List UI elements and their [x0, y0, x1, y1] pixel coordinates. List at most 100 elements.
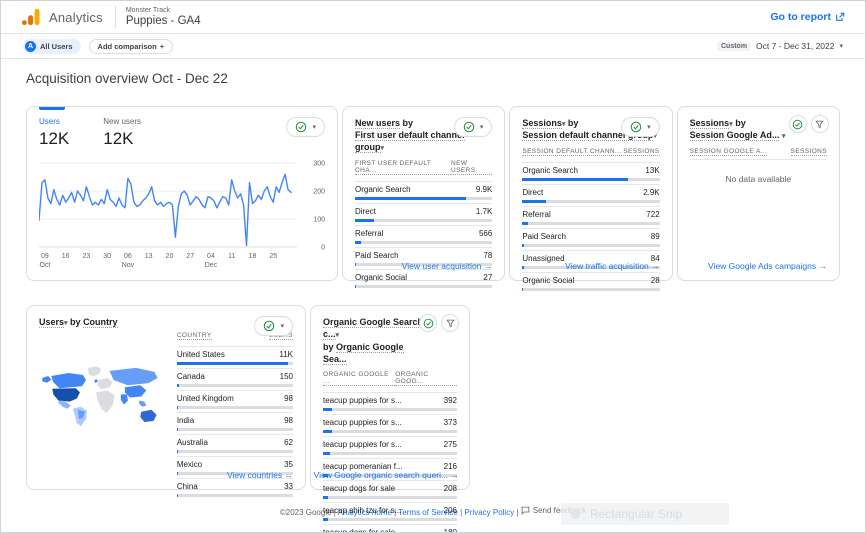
users-metric-value: 12K [39, 129, 69, 149]
svg-text:Dec: Dec [205, 262, 218, 269]
data-quality-button[interactable] [789, 115, 807, 133]
snip-label: Rectangular Snip [590, 507, 682, 521]
table-row: teacup puppies for s...373 [323, 414, 457, 433]
new-users-metric-label: New users [103, 117, 141, 126]
table-row: Canada150 [177, 368, 293, 387]
view-google-ads-campaigns-link[interactable]: View Google Ads campaigns → [708, 261, 827, 271]
view-search-queries-link[interactable]: View Google organic search queri... → [314, 470, 459, 480]
row-value: 98 [284, 416, 293, 425]
analytics-window: Analytics Monster Track Puppies - GA4 Go… [0, 0, 866, 533]
users-metric-label: Users [39, 117, 69, 126]
google-ads-card: Sessions▾ by Session Google Ad... ▾ [677, 106, 840, 281]
dimension-dropdown[interactable]: Organic Google Sea... [323, 342, 404, 365]
table-row: United Kingdom98 [177, 390, 293, 409]
row-value: 373 [444, 418, 457, 427]
data-quality-dropdown-button[interactable]: ▾ [286, 117, 325, 137]
title-text: by [400, 118, 413, 128]
table-row: Referral722 [522, 206, 659, 225]
view-countries-link[interactable]: View countries → [227, 470, 293, 480]
check-circle-icon [295, 121, 307, 133]
filter-button[interactable] [811, 115, 829, 133]
row-bar [355, 285, 492, 288]
table-row: Direct2.9K [522, 184, 659, 203]
active-metric-tab-indicator [39, 107, 65, 110]
data-quality-dropdown-button[interactable]: ▾ [621, 117, 660, 137]
data-quality-button[interactable] [419, 314, 437, 332]
metric-tab-users[interactable]: Users 12K [39, 117, 69, 149]
metric-column-header[interactable]: ORGANIC GOOG... [395, 371, 457, 386]
metric-column-header[interactable]: SESSIONS [623, 148, 659, 156]
metric-dropdown[interactable]: Sessions [690, 118, 730, 129]
view-user-acquisition-link[interactable]: View user acquisition → [402, 261, 493, 271]
row-value: 1.7K [476, 207, 492, 216]
svg-text:Nov: Nov [122, 262, 135, 269]
app-name: Analytics [49, 10, 103, 25]
data-quality-dropdown-button[interactable]: ▾ [454, 117, 493, 137]
add-comparison-button[interactable]: Add comparison + [89, 39, 174, 54]
row-value: 27 [483, 273, 492, 282]
table-row: teacup shih tzu for s...206 [323, 502, 457, 521]
row-bar [177, 450, 293, 453]
property-selector[interactable]: Monster Track Puppies - GA4 [126, 7, 201, 27]
filter-funnel-icon [446, 319, 455, 328]
table-row: teacup dogs for sale208 [323, 480, 457, 499]
row-value: 33 [284, 482, 293, 491]
metric-dropdown[interactable]: Users [39, 317, 64, 328]
table-row: Paid Search89 [522, 228, 659, 247]
svg-text:100: 100 [313, 217, 325, 224]
dimension-column-header[interactable]: ORGANIC GOOGLE ... [323, 371, 395, 386]
privacy-policy-link[interactable]: Privacy Policy [464, 508, 514, 517]
snip-icon [571, 510, 580, 519]
row-label: teacup dogs for sale [323, 484, 395, 493]
filter-button[interactable] [441, 314, 459, 332]
row-label: teacup dogs for sale ... [323, 528, 404, 533]
check-circle-icon [423, 318, 434, 329]
row-value: 275 [444, 440, 457, 449]
chevron-down-icon: ▾ [480, 123, 484, 131]
chevron-down-icon: ▾ [839, 42, 843, 50]
metric-column-header[interactable]: NEW USERS [451, 160, 492, 175]
table-row: Organic Search13K [522, 162, 659, 181]
app-header: Analytics Monster Track Puppies - GA4 Go… [1, 1, 865, 34]
table-header: SESSION DEFAULT CHANN... SESSIONS [522, 148, 659, 159]
data-quality-dropdown-button[interactable]: ▾ [254, 316, 293, 336]
new-users-by-channel-card: New users by First user default channel … [342, 106, 505, 281]
row-label: Referral [355, 229, 383, 238]
dimension-dropdown[interactable]: First user default channel group [355, 130, 465, 153]
organic-search-queries-card: Organic Google Search c...▾ by Organic G… [310, 305, 470, 490]
metric-column-header[interactable]: SESSIONS [791, 148, 827, 156]
date-range-type-badge: Custom [717, 42, 751, 51]
table-row: China33 [177, 478, 293, 497]
title-text: by [733, 118, 746, 128]
all-users-chip[interactable]: A All Users [23, 39, 81, 54]
row-value: 566 [479, 229, 492, 238]
dimension-column-header[interactable]: SESSION GOOGLE A... [690, 148, 768, 156]
row-label: Referral [522, 210, 550, 219]
dimension-dropdown[interactable]: Session Google Ad... [690, 130, 780, 141]
dimension-column-header[interactable]: SESSION DEFAULT CHANN... [522, 148, 621, 156]
metric-dropdown[interactable]: Sessions [522, 118, 562, 129]
row-value: 13K [645, 166, 659, 175]
users-by-country-card: Users▾ by Country ▾ [26, 305, 306, 490]
metric-dropdown[interactable]: New users [355, 118, 400, 129]
view-traffic-acquisition-link[interactable]: View traffic acquisition → [565, 261, 660, 271]
arrow-icon: → [818, 261, 827, 271]
row-bar [177, 384, 293, 387]
row-label: Organic Search [355, 185, 411, 194]
svg-text:18: 18 [249, 253, 257, 260]
go-to-report-button[interactable]: Go to report [770, 11, 845, 23]
dimension-column-header[interactable]: COUNTRY [177, 332, 212, 340]
table-row: Referral 566 [355, 225, 492, 244]
dimension-dropdown[interactable]: Country [83, 317, 118, 328]
check-circle-icon [463, 121, 475, 133]
comparison-a-icon: A [25, 41, 36, 52]
dimension-column-header[interactable]: FIRST USER DEFAULT CHA... [355, 160, 451, 175]
date-range-picker[interactable]: Custom Oct 7 - Dec 31, 2022 ▾ [717, 41, 843, 51]
row-value: 150 [280, 372, 293, 381]
table-header: ORGANIC GOOGLE ... ORGANIC GOOG... [323, 371, 457, 389]
row-bar [177, 494, 293, 497]
metric-tab-new-users[interactable]: New users 12K [103, 117, 141, 149]
table-row: United States11K [177, 346, 293, 365]
users-overview-card: Users 12K New users 12K ▾ 010020030009 [26, 106, 338, 281]
chevron-down-icon: ▾ [647, 123, 651, 131]
